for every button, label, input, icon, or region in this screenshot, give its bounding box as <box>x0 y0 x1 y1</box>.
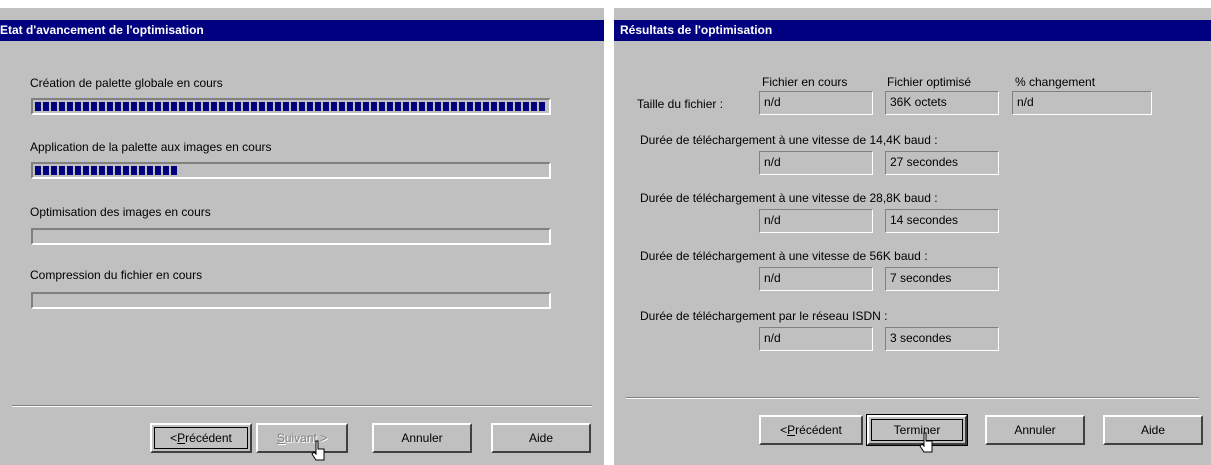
file-size-label: Taille du fichier : <box>637 97 724 111</box>
back-accel: P <box>787 423 796 437</box>
download-isdn-current-field: n/d <box>759 327 873 351</box>
progress-fill <box>35 102 547 111</box>
progress-bar-apply-palette <box>31 162 551 179</box>
next-button[interactable]: Suivant > <box>256 423 348 453</box>
back-button[interactable]: < Précédent <box>150 423 252 453</box>
download-56k-optimized-field: 7 secondes <box>885 267 999 291</box>
column-header-change: % changement <box>1015 75 1096 89</box>
task-label-compress-file: Compression du fichier en cours <box>30 268 203 282</box>
help-button[interactable]: Aide <box>1103 415 1203 445</box>
download-label-56k: Durée de téléchargement à une vitesse de… <box>640 249 928 263</box>
download-28k-current-field: n/d <box>759 209 873 233</box>
button-separator <box>626 397 1199 399</box>
download-56k-current-field: n/d <box>759 267 873 291</box>
cancel-button[interactable]: Annuler <box>372 423 472 453</box>
file-size-optimized-field: 36K octets <box>885 91 999 115</box>
task-label-optimize-images: Optimisation des images en cours <box>30 205 211 219</box>
progress-title: Etat d'avancement de l'optimisation <box>0 20 604 41</box>
mouse-pointer-icon <box>311 440 325 461</box>
file-size-change-field: n/d <box>1012 91 1152 115</box>
file-size-current-field: n/d <box>759 91 873 115</box>
progress-bar-global-palette <box>31 98 551 115</box>
back-rest: récédent <box>185 431 232 445</box>
back-prefix: < <box>780 423 788 437</box>
back-accel: P <box>177 431 186 445</box>
download-isdn-optimized-field: 3 secondes <box>885 327 999 351</box>
help-button[interactable]: Aide <box>491 423 591 453</box>
task-label-global-palette: Création de palette globale en cours <box>30 76 223 90</box>
button-separator <box>12 405 592 407</box>
progress-bar-optimize-images <box>31 228 551 245</box>
optimization-results-dialog: Résultats de l'optimisation Fichier en c… <box>614 8 1211 465</box>
cancel-button[interactable]: Annuler <box>985 415 1085 445</box>
task-label-apply-palette: Application de la palette aux images en … <box>30 140 272 154</box>
download-28k-optimized-field: 14 secondes <box>885 209 999 233</box>
back-prefix: < <box>170 431 178 445</box>
finish-button[interactable]: Terminer <box>867 415 967 445</box>
results-title: Résultats de l'optimisation <box>614 20 1211 41</box>
download-label-isdn: Durée de téléchargement par le réseau IS… <box>640 309 888 323</box>
mouse-pointer-icon <box>919 432 933 453</box>
back-rest: récédent <box>795 423 842 437</box>
download-label-14k: Durée de téléchargement à une vitesse de… <box>640 133 938 147</box>
next-accel: S <box>276 431 285 445</box>
optimization-progress-dialog: Etat d'avancement de l'optimisation Créa… <box>0 8 604 465</box>
download-label-28k: Durée de téléchargement à une vitesse de… <box>640 191 938 205</box>
progress-fill <box>35 166 178 175</box>
progress-bar-compress-file <box>31 292 551 309</box>
back-button[interactable]: < Précédent <box>759 415 863 445</box>
column-header-optimized: Fichier optimisé <box>887 75 972 89</box>
column-header-current: Fichier en cours <box>762 75 848 89</box>
download-14k-current-field: n/d <box>759 151 873 175</box>
download-14k-optimized-field: 27 secondes <box>885 151 999 175</box>
